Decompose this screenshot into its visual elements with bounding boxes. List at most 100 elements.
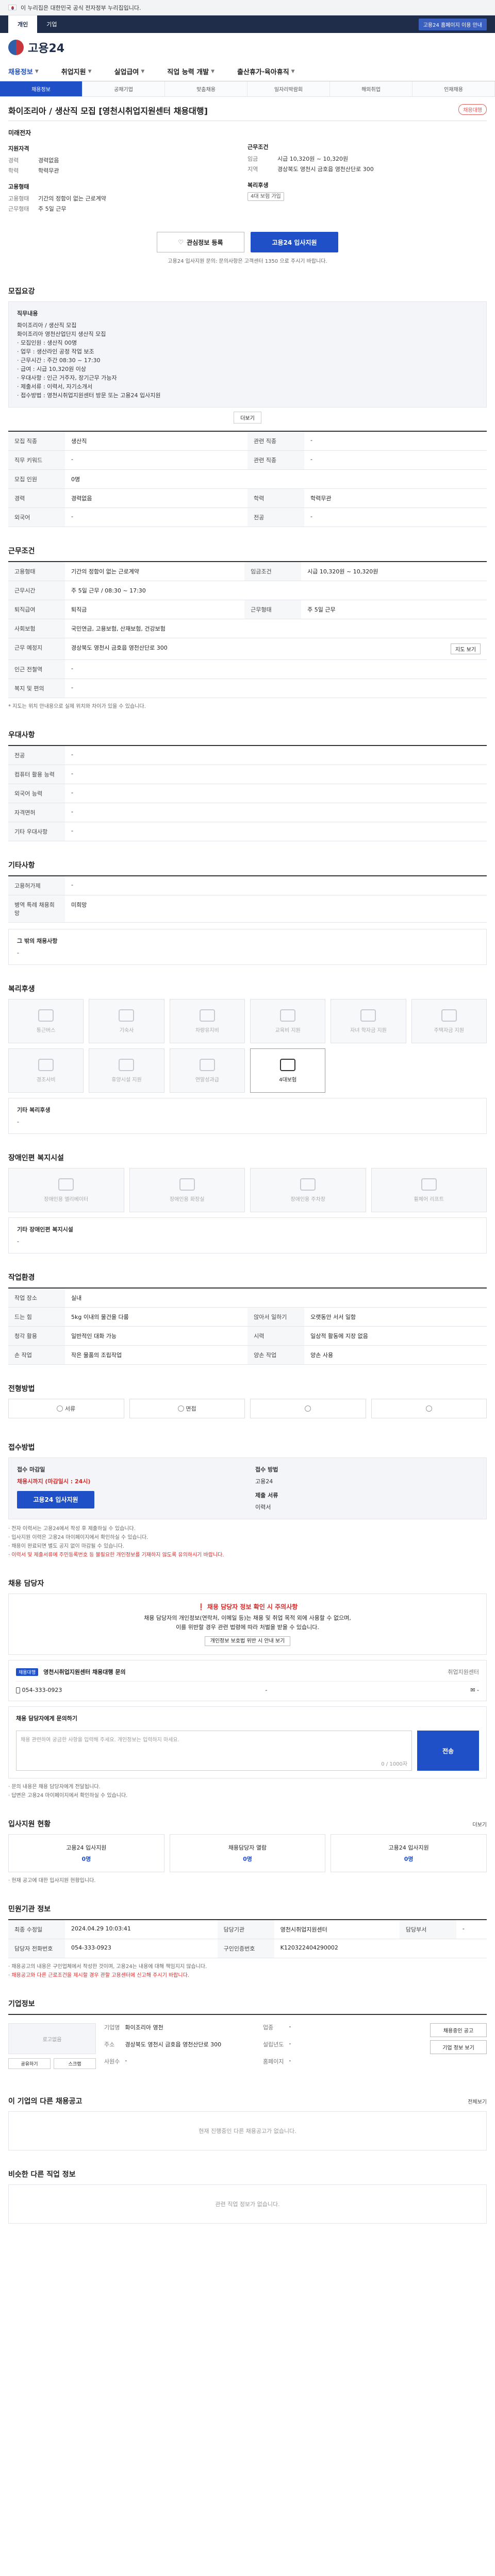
facility-item: 장애인용 주차장 (250, 1168, 366, 1212)
welfare-tag: 4대 보험 가입 (248, 192, 284, 201)
inquiry-textarea[interactable]: 채용 관련하여 궁금한 사항을 입력해 주세요. 개인정보는 입력하지 마세요.… (16, 1731, 412, 1771)
disabled-other-box: 기타 장애인편 복지시설 - (8, 1217, 487, 1253)
main-nav: 채용정보 ▼ 취업지원 ▼ 실업급여 ▼ 직업 능력 개발 ▼ 출산휴가·육아휴직 ▼ (0, 62, 495, 81)
status-section: 입사지원 현황 더보기 고용24 입사지원 0명 채용담당자 열람 0명 고용24 입… (8, 1805, 487, 1890)
corp-jobs-button[interactable]: 채용중인 공고 (430, 2023, 487, 2037)
apply-box: 접수 마감일 채용시까지 (마감일시 : 24시) 고용24 입사지원 접수 방… (8, 1458, 487, 1519)
row-value: - (304, 507, 487, 527)
subnav-item[interactable]: 맞춤채용 (165, 81, 248, 96)
table-row: 고용허가제 - (8, 876, 487, 895)
table-row: 복지 및 편의 - (8, 679, 487, 698)
row-label: 사회보험 (8, 619, 65, 638)
nav-unemployment[interactable]: 실업급여 ▼ (103, 66, 156, 76)
bonus-icon (199, 1058, 215, 1071)
org-table: 최종 수정일 2024.04.29 10:03:41 담당기관 영천시취업지원센터 담당… (8, 1919, 487, 1958)
subnav-item[interactable]: 일자리박람회 (248, 81, 330, 96)
table-row: 기타 우대사항 - (8, 822, 487, 841)
other-icon (425, 1405, 432, 1412)
job-description-box: 직무내용 화이조리아 / 생산직 모집 화이조리아 영천산업단지 생산직 모집 … (8, 301, 487, 408)
box-title: 기타 장애인편 복지시설 (17, 1226, 73, 1233)
gift-icon (38, 1058, 54, 1071)
privacy-guide-button[interactable]: 개인정보 보호법 위반 시 안내 보기 (204, 1636, 291, 1646)
apply-docs: 이력서 (255, 1504, 271, 1511)
map-button[interactable]: 지도 보기 (451, 643, 481, 654)
desc-line: · 급여 : 시급 10,320원 이상 (17, 366, 87, 372)
site-guide-link[interactable]: 고용24 홈페이지 이용 안내 (418, 18, 487, 30)
row-value: - (65, 507, 248, 527)
subnav-item[interactable]: 인재채용 (412, 81, 495, 96)
note-line: · 채용이 완료되면 별도 공지 없이 마감될 수 있습니다. (8, 1544, 124, 1549)
desc-line: · 근무시간 : 주간 08:30 ~ 17:30 (17, 357, 101, 364)
section-title: 비슷한 다른 직업 정보 (8, 2171, 76, 2179)
row-value: - (65, 784, 487, 803)
welfare-label: 교육비 지원 (275, 1027, 301, 1033)
status-label: 고용24 입사지원 (66, 1844, 107, 1851)
more-link[interactable]: 더보기 (472, 1820, 487, 1828)
row-label: 자격면허 (8, 803, 65, 822)
row-value: 054-333-0923 (65, 1939, 218, 1958)
summary-label: 근무형태 (8, 206, 29, 212)
facility-label: 장애인용 엘리베이터 (44, 1196, 89, 1202)
save-interest-button[interactable]: ♡ 관심정보 등록 (157, 232, 244, 252)
tab-personal[interactable]: 개인 (8, 15, 38, 33)
summary-cond-head: 근무조건 (248, 144, 269, 150)
heart-icon: ♡ (178, 239, 184, 246)
scrap-button[interactable]: 스크랩 (54, 2058, 96, 2069)
school-icon (360, 1009, 376, 1022)
more-button[interactable]: 더보기 (234, 412, 261, 423)
manager-email: - (477, 1687, 479, 1693)
note-line: · 전자 이력서는 고용24에서 작성 후 제출하실 수 있습니다. (8, 1526, 136, 1532)
nav-parental-leave[interactable]: 출산휴가·육아휴직 ▼ (226, 66, 306, 76)
korea-flag-icon (8, 5, 16, 10)
row-value: 경상북도 영천시 금호읍 영천산단로 300 (71, 645, 168, 651)
subnav-item[interactable]: 해외취업 (330, 81, 412, 96)
corp-section: 기업정보 로고없음 공유하기 스크랩 기업명 화이조리아 영천 업종 - 주소 경상북… (8, 1985, 487, 2082)
apply-button[interactable]: 고용24 입사지원 (251, 232, 338, 252)
box-title: 직무내용 (17, 310, 38, 317)
inquiry-box: 채용 담당자에게 문의하기 채용 관련하여 궁금한 사항을 입력해 주세요. 개… (8, 1706, 487, 1778)
send-button[interactable]: 전송 (417, 1731, 479, 1771)
manager-phone[interactable]: 054-333-0923 (22, 1687, 62, 1693)
row-value: 일반적인 대화 가능 (65, 1326, 248, 1346)
warning-title: 채용 담당자 정보 확인 시 주의사항 (207, 1603, 298, 1611)
nav-employment-support[interactable]: 취업지원 ▼ (50, 66, 103, 76)
apply-label: 접수 방법 (255, 1466, 278, 1473)
status-grid: 고용24 입사지원 0명 채용담당자 열람 0명 고용24 입사지원 0명 (8, 1834, 487, 1872)
row-value: - (304, 431, 487, 451)
subnav-item[interactable]: 채용정보 (0, 81, 82, 96)
row-value: 2024.04.29 10:03:41 (65, 1920, 218, 1939)
site-logo-text[interactable]: 고용24 (28, 39, 64, 56)
char-count: 0 / 1000자 (381, 1761, 407, 1767)
apply-submit-button[interactable]: 고용24 입사지원 (17, 1491, 94, 1509)
share-button[interactable]: 공유하기 (8, 2058, 51, 2069)
other-jobs-section: 이 기업의 다른 채용공고 전체보기 현재 진행중인 다른 채용공고가 없습니다. (8, 2082, 487, 2156)
view-all-link[interactable]: 전체보기 (468, 2097, 487, 2105)
tab-company[interactable]: 기업 (37, 15, 66, 33)
sub-nav: 채용정보 공채기업 맞춤채용 일자리박람회 해외취업 인재채용 (0, 81, 495, 97)
test-icon (305, 1405, 311, 1412)
corp-label: 설립년도 (262, 2041, 284, 2048)
welfare-label: 주택자금 지원 (434, 1027, 465, 1033)
section-title: 근무조건 (8, 547, 35, 555)
inquiry-title: 채용 담당자에게 문의하기 (16, 1715, 77, 1722)
note-line: · 채용공고의 내용은 구인업체에서 작성한 것이며, 고용24는 내용에 대해… (8, 1964, 207, 1970)
logo-icon[interactable] (8, 40, 24, 55)
corp-value: 경상북도 영천시 금호읍 영천산단로 300 (125, 2041, 222, 2048)
status-note: · 현재 공고에 대한 입사지원 현황입니다. (8, 1878, 96, 1884)
summary-qual-head: 지원자격 (8, 145, 29, 152)
section-title: 장애인편 복지시설 (8, 1154, 64, 1162)
nav-skills[interactable]: 직업 능력 개발 ▼ (156, 66, 226, 76)
section-title: 전형방법 (8, 1385, 35, 1393)
corp-info-button[interactable]: 기업 정보 보기 (430, 2040, 487, 2054)
welfare-item: 주택자금 지원 (411, 999, 487, 1043)
nav-jobs[interactable]: 채용정보 ▼ (8, 66, 50, 76)
manager-section: 채용 담당자 ❗ 채용 담당자 정보 확인 시 주의사항 채용 담당자의 개인정… (8, 1565, 487, 1805)
facility-label: 장애인용 주차장 (290, 1196, 326, 1202)
summary-value: 주 5일 근무 (38, 206, 67, 212)
table-row: 외국어 - 전공 - (8, 507, 487, 527)
subnav-item[interactable]: 공채기업 (82, 81, 165, 96)
welfare-item: 자녀 학자금 지원 (331, 999, 406, 1043)
summary-form-head: 고용형태 (8, 183, 29, 190)
row-value: - (304, 450, 487, 470)
welfare-label: 연말성과급 (195, 1077, 219, 1083)
